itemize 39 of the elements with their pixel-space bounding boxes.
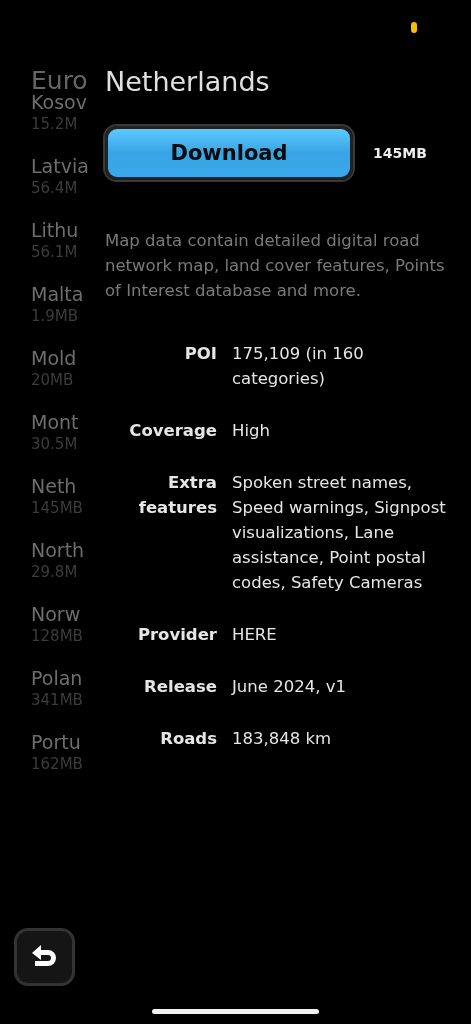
country-size: 56.1M: [31, 242, 78, 262]
country-name[interactable]: Malta: [31, 282, 84, 306]
country-name[interactable]: Norw: [31, 602, 81, 626]
country-title: Netherlands: [105, 65, 270, 99]
download-button[interactable]: Download: [105, 126, 353, 180]
field-label: POI: [183, 343, 217, 365]
field-label: Roads: [159, 728, 217, 750]
download-size: 145MB: [373, 145, 427, 161]
field-value: 175,109 (in 160 categories): [232, 343, 365, 390]
field-label: Provider: [136, 624, 217, 646]
field-label: Coverage: [128, 420, 217, 442]
field-label: Release: [143, 676, 217, 698]
field-value: HERE: [232, 624, 278, 646]
country-name[interactable]: Latvia: [31, 154, 89, 178]
country-size: 162MB: [31, 754, 83, 774]
field-value: Spoken street names, Speed warnings, Signpost visualizations, Lane assistance, Point postal codes, Safety Cameras: [232, 472, 447, 594]
field-value: 183,848 km: [232, 728, 333, 750]
country-name[interactable]: Mold: [31, 346, 77, 370]
country-size: 56.4M: [31, 178, 78, 198]
country-size: 1.9MB: [31, 306, 79, 326]
status-indicator-icon: [411, 22, 417, 33]
country-size: 128MB: [31, 626, 83, 646]
country-name[interactable]: Polan: [31, 666, 83, 690]
country-size: 15.2M: [31, 114, 78, 134]
country-size: 341MB: [31, 690, 83, 710]
country-name[interactable]: Portu: [31, 730, 81, 754]
back-button[interactable]: [14, 928, 75, 986]
country-name[interactable]: Mont: [31, 410, 79, 434]
field-value: High: [232, 420, 271, 442]
description-text: Map data contain detailed digital road network map, land cover features, Points of Interest database and more.: [105, 230, 446, 302]
field-value: June 2024, v1: [232, 676, 347, 698]
country-size: 30.5M: [31, 434, 78, 454]
country-name[interactable]: North: [31, 538, 85, 562]
country-size: 145MB: [31, 498, 83, 518]
country-size: 29.8M: [31, 562, 78, 582]
country-name[interactable]: Lithu: [31, 218, 79, 242]
country-size: 20MB: [31, 370, 74, 390]
country-name[interactable]: Neth: [31, 474, 77, 498]
field-label: Extra features: [137, 472, 217, 519]
